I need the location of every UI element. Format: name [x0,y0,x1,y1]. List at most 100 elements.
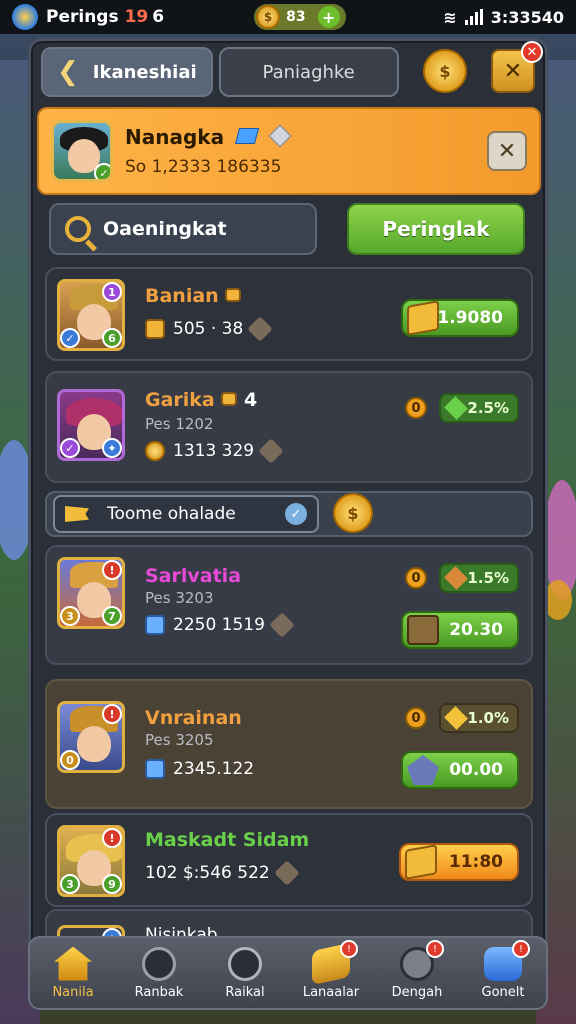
clock-time: 3:33540 [490,7,564,27]
player-stats: 2250 1519 [145,612,295,638]
class-badge: ✓ [60,328,80,348]
nav-label: Lanaalar [302,984,360,1000]
player-name: Vnrainan [145,707,242,729]
class-badge: ✓ [60,438,80,458]
player-stats: 1313 329 [145,438,284,464]
tab-bar: ❮ Ikaneshiai Paniaghke [41,47,399,99]
gold-box-icon [145,319,165,339]
list-item[interactable]: ✓ ✦ Garika 4 Pes 1202 1313 329 0 2.5% [45,371,533,483]
alert-badge-icon: 0 [405,707,427,729]
rank-badge: 1 [102,282,122,302]
reward-button[interactable]: 1.9080 [401,299,519,337]
percent-chip: 2.5% [439,393,519,423]
player-stat-value: 102 $:546 522 [145,863,270,883]
nav-general[interactable]: ! Gonelt [460,938,546,1008]
app-title-number: 19 [124,7,149,27]
player-stats: 2345.122 [145,759,254,779]
reward-button[interactable]: 00.00 [401,751,519,789]
reward-button[interactable]: 20.30 [401,611,519,649]
wifi-icon: ≋ [443,7,457,27]
chevron-left-icon[interactable]: ❮ [57,57,79,87]
avatar: ! 3 7 [57,557,125,629]
level-badge: 6 [102,328,122,348]
reward-value: 1.9080 [437,308,503,328]
background-coin-right [544,580,572,620]
percent-value: 1.0% [467,709,509,727]
avatar[interactable]: ✓ [51,120,113,182]
crossed-tools-icon: ✕ [503,58,523,84]
gold-coin-button[interactable]: $ [423,49,467,93]
gold-bar-icon [407,300,439,336]
gear-icon [247,316,274,342]
player-subtitle: Pes 3203 [145,589,214,607]
list-item[interactable]: 1 ✓ 6 Banian 505 · 38 1.9080 [45,267,533,361]
nav-ranking[interactable]: Ranbak [116,938,202,1008]
player-name: Nanagka [125,125,225,149]
bottom-navigation: Nanila Ranbak Raikal ! Lanaalar ! Dengah… [28,936,548,1010]
class-badge: 3 [60,874,80,894]
gold-bar-icon [405,844,437,880]
add-coins-icon[interactable]: + [317,6,340,28]
player-stat-value: 1313 329 [173,441,255,461]
player-name: Garika [145,389,215,411]
class-badge: 3 [60,606,80,626]
blue-box-icon [145,759,165,779]
coin-balance: 83 [286,9,306,25]
gear-icon [258,438,284,464]
coin-filter-button[interactable]: $ [333,493,373,533]
medal-icon [221,392,238,406]
player-profile-banner: ✓ Nanagka So 1,2333 186335 ✕ [37,107,541,195]
tab-secondary[interactable]: Paniaghke [218,47,399,97]
status-bar: Perings 19 6 $ 83 + ≋ 3:33540 [0,0,576,34]
coin-icon: $ [256,5,281,29]
nav-label: Nanila [52,984,94,1000]
tab-back-main[interactable]: ❮ Ikaneshiai [41,47,213,97]
nav-label: Raikal [225,984,265,1000]
player-stat-value: 505 · 38 [173,319,244,339]
app-logo-icon [12,4,38,30]
list-item[interactable]: ! 3 9 Maskadt Sidam 102 $:546 522 11:80 [45,813,533,907]
nav-label: Gonelt [481,984,525,1000]
player-name-line: Garika 4 [145,389,257,411]
percent-value: 2.5% [467,399,509,417]
rank-badge: ! [102,828,122,848]
coin-balance-chip[interactable]: $ 83 + [254,4,346,30]
search-button[interactable]: Oaeningkat [49,203,317,255]
nav-calendar[interactable]: ! Lanaalar [288,938,374,1008]
app-title-suffix: 6 [152,7,165,27]
list-item[interactable]: ! 0 Vnrainan Pes 3205 2345.122 0 1.0% 00… [45,679,533,809]
nav-shop[interactable]: ! Dengah [374,938,460,1008]
flag-icon [65,506,89,522]
player-name: Maskadt Sidam [145,829,310,851]
silver-gem-icon [268,124,292,148]
reward-button[interactable]: 11:80 [399,843,519,881]
player-stat-value: 2345.122 [173,759,255,779]
close-icon: ✕ [497,138,517,164]
alert-badge-icon: 0 [405,567,427,589]
nav-social[interactable]: Raikal [202,938,288,1008]
leaderboard-panel: ❮ Ikaneshiai Paniaghke $ ✕ ✕ ✓ Nanagka S… [28,38,548,968]
nav-home[interactable]: Nanila [30,938,116,1008]
level-badge: ✦ [102,438,122,458]
class-badge: 0 [60,750,80,770]
gear-icon [269,612,295,638]
primary-action-button[interactable]: Peringlak [347,203,525,255]
app-title: Perings [46,7,119,27]
close-icon[interactable]: ✕ [521,41,543,63]
gear-icon [273,860,300,886]
level-badge: 9 [102,874,122,894]
filter-select[interactable]: Toome ohalade ✓ [53,495,319,533]
percent-chip: 1.0% [439,703,519,733]
ranking-icon [142,946,176,981]
player-name: Banian [145,285,219,307]
player-stats: So 1,2333 186335 [125,157,282,177]
notification-badge: ! [426,940,444,958]
close-banner-button[interactable]: ✕ [487,131,527,171]
list-item[interactable]: ! 3 7 Sarlvatia Pes 3203 2250 1519 0 1.5… [45,545,533,665]
tools-button[interactable]: ✕ ✕ [491,41,543,93]
avatar: ! 0 [57,701,125,773]
level-badge: 7 [102,606,122,626]
rank-badge: ! [102,704,122,724]
search-icon [65,216,91,242]
avatar: ✓ ✦ [57,389,125,461]
